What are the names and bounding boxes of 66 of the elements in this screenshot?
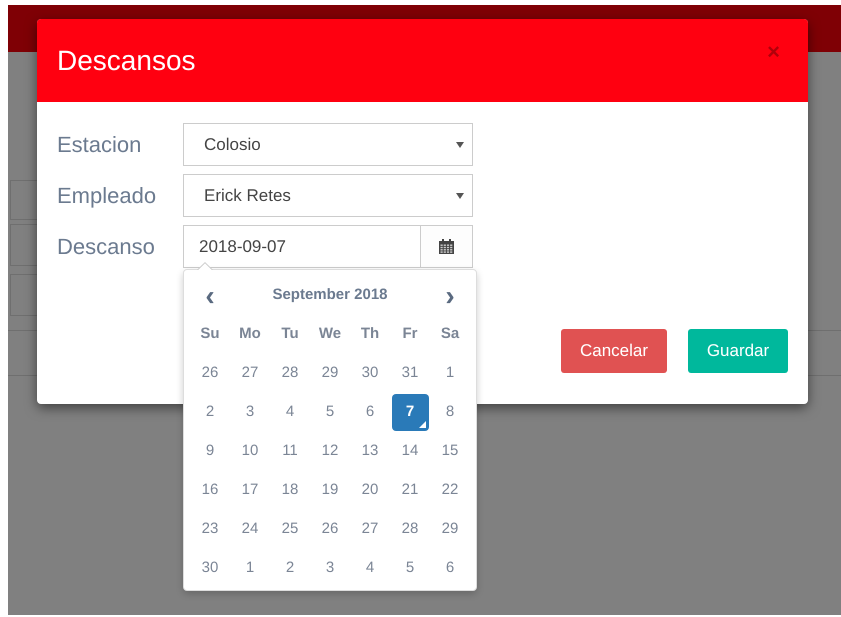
field-label: Estacion	[57, 131, 142, 159]
calendar-day[interactable]: 20	[352, 472, 388, 509]
calendar-day[interactable]: 2	[192, 394, 228, 431]
calendar-day[interactable]: 3	[232, 394, 268, 431]
calendar-day[interactable]: 29	[432, 511, 468, 548]
calendar-day[interactable]: 6	[432, 550, 468, 587]
calendar-day[interactable]: 12	[312, 433, 348, 470]
calendar-day[interactable]: 10	[232, 433, 268, 470]
month-title[interactable]: September 2018	[272, 284, 388, 307]
calendar-day[interactable]: 24	[232, 511, 268, 548]
calendar-day[interactable]: 3	[312, 550, 348, 587]
calendar-day[interactable]: 17	[232, 472, 268, 509]
dialog-title: Descansos	[57, 44, 196, 78]
calendar-day[interactable]: 6	[352, 394, 388, 431]
weekday-header: We	[318, 324, 342, 344]
calendar-day[interactable]: 25	[272, 511, 308, 548]
calendar-day[interactable]: 18	[272, 472, 308, 509]
weekday-header: Fr	[402, 324, 418, 344]
calendar-day[interactable]: 14	[392, 433, 428, 470]
calendar-day[interactable]: 9	[192, 433, 228, 470]
calendar-day[interactable]: 26	[312, 511, 348, 548]
select-field[interactable]: Erick Retes	[183, 174, 473, 217]
weekday-header: Th	[360, 324, 380, 344]
calendar-day[interactable]: 28	[392, 511, 428, 548]
select-field[interactable]: Colosio	[183, 123, 473, 166]
calendar-day[interactable]: 1	[232, 550, 268, 587]
calendar-day[interactable]: 30	[352, 355, 388, 392]
calendar-day[interactable]: 4	[352, 550, 388, 587]
field-label: Descanso	[57, 233, 156, 261]
dropdown-caret-icon	[456, 142, 464, 148]
calendar-day[interactable]: 19	[312, 472, 348, 509]
previous-month-button[interactable]: ‹	[205, 282, 215, 310]
calendar-day[interactable]: 16	[192, 472, 228, 509]
date-field[interactable]: 2018-09-07	[183, 225, 421, 268]
cancel-button[interactable]: Cancelar	[561, 329, 667, 373]
calendar-day[interactable]: 21	[392, 472, 428, 509]
weekday-header: Su	[200, 324, 220, 344]
calendar-day[interactable]: 5	[312, 394, 348, 431]
calendar-day[interactable]: 8	[432, 394, 468, 431]
weekday-header: Mo	[239, 324, 261, 344]
calendar-day[interactable]: 28	[272, 355, 308, 392]
calendar-day[interactable]: 1	[432, 355, 468, 392]
calendar-day[interactable]: 31	[392, 355, 428, 392]
calendar-day[interactable]: 26	[192, 355, 228, 392]
dropdown-caret-icon	[456, 192, 464, 198]
next-month-button[interactable]: ›	[445, 282, 455, 310]
calendar-day[interactable]: 23	[192, 511, 228, 548]
calendar-icon	[439, 239, 454, 254]
calendar-day[interactable]: 29	[312, 355, 348, 392]
calendar-day[interactable]: 22	[432, 472, 468, 509]
calendar-day[interactable]: 5	[392, 550, 428, 587]
calendar-day[interactable]: 4	[272, 394, 308, 431]
calendar-day[interactable]: 7	[392, 394, 428, 431]
calendar-day[interactable]: 27	[352, 511, 388, 548]
today-marker-icon	[418, 421, 426, 428]
save-button[interactable]: Guardar	[688, 329, 788, 373]
calendar-day[interactable]: 15	[432, 433, 468, 470]
calendar-day[interactable]: 30	[192, 550, 228, 587]
weekday-header: Tu	[281, 324, 299, 344]
calendar-day[interactable]: 27	[232, 355, 268, 392]
calendar-day[interactable]: 13	[352, 433, 388, 470]
field-label: Empleado	[57, 182, 158, 210]
calendar-day[interactable]: 11	[272, 433, 308, 470]
calendar-button[interactable]	[421, 225, 473, 268]
calendar-day[interactable]: 2	[272, 550, 308, 587]
weekday-header: Sa	[440, 324, 460, 344]
